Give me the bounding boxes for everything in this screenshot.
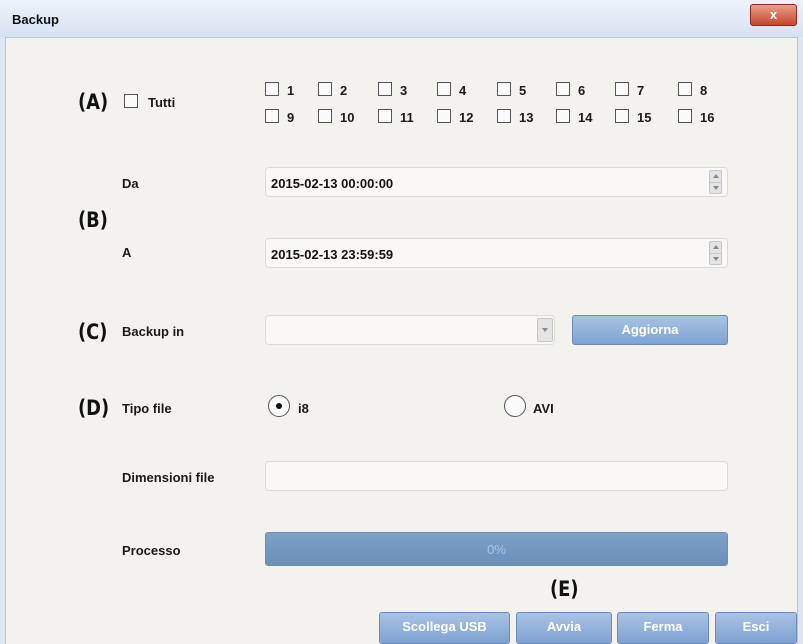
to-spinner[interactable] [709,241,722,265]
start-button[interactable]: Avvia [516,612,612,644]
channel-checkbox-11[interactable] [378,109,392,123]
radio-avi[interactable] [504,395,526,417]
spin-up-icon[interactable] [710,242,721,253]
channel-label: 11 [400,110,414,125]
radio-selected-dot [276,403,282,409]
channel-checkbox-3[interactable] [378,82,392,96]
to-label: A [122,245,132,260]
channel-checkbox-7[interactable] [615,82,629,96]
marker-c: (C) [78,320,108,344]
stop-button[interactable]: Ferma [617,612,709,644]
to-datetime-field[interactable]: 2015-02-13 23:59:59 [265,238,728,268]
channel-checkbox-12[interactable] [437,109,451,123]
file-size-field [265,461,728,491]
from-datetime-value: 2015-02-13 00:00:00 [271,176,394,191]
progress-bar: 0% [265,532,728,566]
refresh-button[interactable]: Aggiorna [572,315,728,345]
marker-b: (B) [78,208,108,232]
channel-label: 10 [340,110,355,125]
from-label: Da [122,176,139,191]
radio-i8[interactable] [268,395,290,417]
window-frame-right [797,37,803,644]
spin-down-icon[interactable] [710,182,721,194]
channel-label: 8 [700,83,708,98]
channel-checkbox-9[interactable] [265,109,279,123]
spin-down-icon[interactable] [710,253,721,265]
channel-checkbox-10[interactable] [318,109,332,123]
channel-checkbox-14[interactable] [556,109,570,123]
spin-up-icon[interactable] [710,171,721,182]
marker-e: (E) [550,577,579,601]
channel-label: 2 [340,83,348,98]
close-button[interactable]: x [750,4,797,26]
file-type-label: Tipo file [122,401,172,416]
exit-button[interactable]: Esci [715,612,797,644]
channel-label: 5 [519,83,527,98]
window-title: Backup [12,12,59,27]
window-frame-left [0,37,6,644]
to-datetime-value: 2015-02-13 23:59:59 [271,247,394,262]
channel-label: 13 [519,110,534,125]
file-size-label: Dimensioni file [122,470,215,485]
radio-avi-label: AVI [533,401,554,416]
channel-label: 7 [637,83,645,98]
channel-label: 6 [578,83,586,98]
backup-device-select[interactable] [265,315,555,345]
chevron-down-icon[interactable] [537,318,553,342]
channel-label: 12 [459,110,474,125]
channel-checkbox-2[interactable] [318,82,332,96]
channel-label: 15 [637,110,652,125]
marker-a: (A) [78,90,109,114]
channel-checkbox-13[interactable] [497,109,511,123]
close-icon: x [769,7,778,22]
channel-checkbox-16[interactable] [678,109,692,123]
from-spinner[interactable] [709,170,722,194]
channel-label: 9 [287,110,295,125]
checkbox-all[interactable] [124,94,138,108]
title-bar: Backup x [0,0,803,38]
channel-checkbox-8[interactable] [678,82,692,96]
channel-checkbox-15[interactable] [615,109,629,123]
channel-checkbox-1[interactable] [265,82,279,96]
channel-checkbox-4[interactable] [437,82,451,96]
radio-i8-label: i8 [298,401,309,416]
checkbox-all-label: Tutti [148,95,176,110]
backup-in-label: Backup in [122,324,185,339]
progress-text: 0% [487,542,506,557]
channel-label: 14 [578,110,593,125]
channel-label: 1 [287,83,295,98]
from-datetime-field[interactable]: 2015-02-13 00:00:00 [265,167,728,197]
marker-d: (D) [78,396,110,420]
process-label: Processo [122,543,181,558]
channel-checkbox-6[interactable] [556,82,570,96]
channel-checkbox-5[interactable] [497,82,511,96]
channel-label: 4 [459,83,467,98]
channel-label: 16 [700,110,715,125]
channel-label: 3 [400,83,408,98]
eject-usb-button[interactable]: Scollega USB [379,612,510,644]
